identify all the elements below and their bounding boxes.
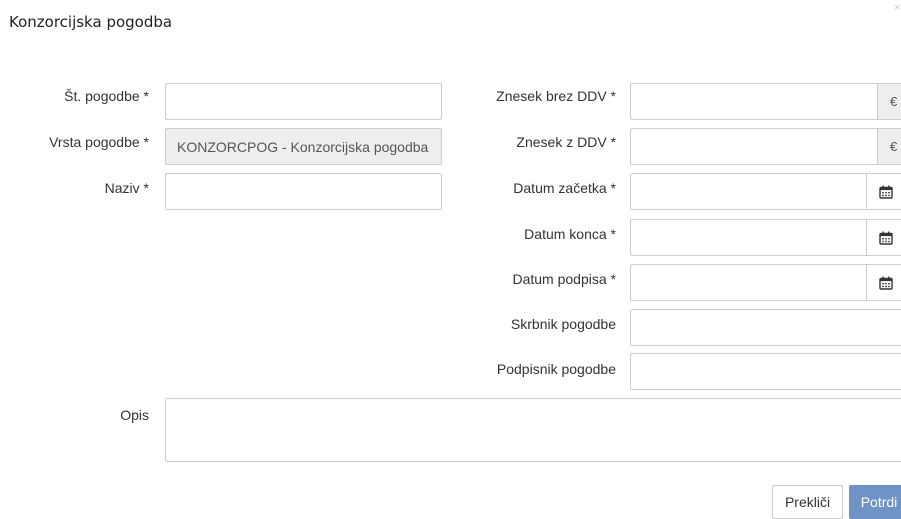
description-textarea[interactable]	[165, 398, 901, 462]
confirm-button[interactable]: Potrdi	[849, 485, 901, 519]
custodian-input[interactable]	[630, 309, 901, 346]
amount-net-input[interactable]: €	[630, 83, 901, 120]
contract-type-value: KONZORCPOG - Konzorcijska pogodba	[177, 139, 429, 155]
cancel-button[interactable]: Prekliči	[772, 485, 843, 519]
start-date-input[interactable]	[630, 173, 901, 210]
signing-date-picker-button[interactable]	[866, 264, 901, 301]
euro-icon: €	[877, 128, 901, 165]
amount-net-label: Znesek brez DDV *	[496, 88, 616, 104]
contract-type-label: Vrsta pogodbe *	[49, 134, 149, 150]
contract-number-label: Št. pogodbe *	[64, 88, 149, 104]
contract-type-field: KONZORCPOG - Konzorcijska pogodba	[165, 128, 442, 165]
euro-icon: €	[877, 83, 901, 120]
signing-date-label: Datum podpisa *	[512, 271, 616, 287]
close-icon[interactable]: ×	[894, 2, 900, 14]
calendar-icon	[878, 185, 893, 199]
signing-date-input[interactable]	[630, 264, 901, 301]
amount-gross-label: Znesek z DDV *	[516, 134, 616, 150]
amount-gross-input[interactable]: €	[630, 128, 901, 165]
end-date-picker-button[interactable]	[866, 219, 901, 256]
start-date-picker-button[interactable]	[866, 173, 901, 210]
calendar-icon	[878, 276, 893, 290]
name-label: Naziv *	[104, 180, 149, 196]
end-date-input[interactable]	[630, 219, 901, 256]
start-date-label: Datum začetka *	[513, 180, 616, 196]
calendar-icon	[878, 231, 893, 245]
contract-number-input[interactable]	[165, 83, 442, 120]
custodian-label: Skrbnik pogodbe	[510, 316, 616, 332]
signatory-input[interactable]	[630, 353, 901, 390]
dialog-title: Konzorcijska pogodba	[9, 13, 173, 31]
name-input[interactable]	[165, 173, 442, 210]
description-label: Opis	[120, 407, 149, 423]
signatory-label: Podpisnik pogodbe	[496, 361, 616, 377]
end-date-label: Datum konca *	[524, 226, 616, 242]
